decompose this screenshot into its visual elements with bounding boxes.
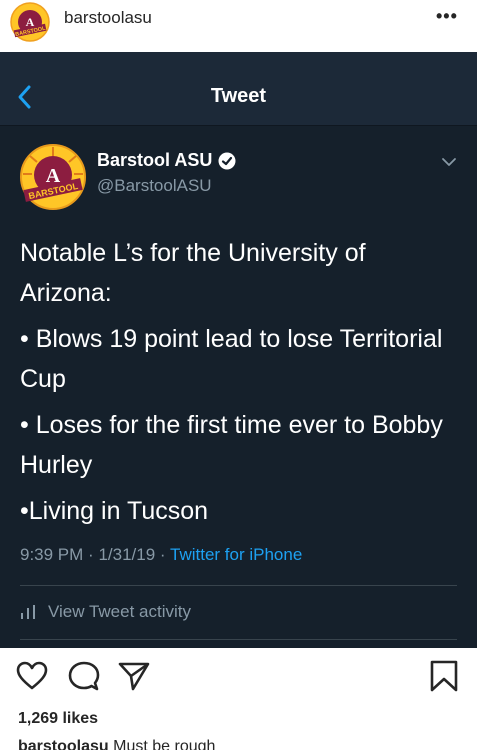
tweet-text-line: • Blows 19 point lead to lose Territoria…	[20, 325, 443, 393]
tweet-text: Notable L’s for the University of Arizon…	[20, 233, 460, 531]
likes-count[interactable]: 1,269 likes	[18, 710, 98, 728]
meta-separator: ·	[159, 545, 166, 564]
tweet-text-line: •Living in Tucson	[20, 497, 209, 525]
view-tweet-activity-label: View Tweet activity	[48, 602, 191, 621]
share-icon[interactable]	[118, 660, 150, 692]
post-header: A BARSTOOL barstoolasu •••	[0, 0, 477, 52]
tweet-date: 1/31/19	[98, 545, 156, 564]
bar-chart-icon	[21, 605, 35, 619]
post-username[interactable]: barstoolasu	[64, 8, 152, 28]
divider	[20, 585, 457, 586]
tweet-time: 9:39 PM	[20, 545, 84, 564]
tweet-nav-bar: Tweet	[0, 52, 477, 126]
tweet-screenshot: Tweet A BARSTOOL Barstool ASU @BarstoolA…	[0, 52, 477, 648]
tweet-text-line: Notable L’s for the University of Arizon…	[20, 239, 366, 307]
meta-separator: ·	[88, 545, 94, 564]
verified-badge-icon	[218, 152, 236, 169]
tweet-author-handle[interactable]: @BarstoolASU	[97, 176, 212, 196]
profile-avatar[interactable]: A BARSTOOL	[10, 2, 50, 42]
tweet-author-row: Barstool ASU	[97, 150, 236, 171]
barstool-logo-icon: A BARSTOOL	[20, 144, 86, 210]
bookmark-icon[interactable]	[428, 660, 460, 692]
caret-down-icon[interactable]	[441, 156, 457, 168]
comment-icon[interactable]	[68, 660, 100, 692]
divider	[20, 639, 457, 640]
tweet-source-link[interactable]: Twitter for iPhone	[170, 545, 302, 564]
view-tweet-activity-button[interactable]: View Tweet activity	[20, 602, 191, 622]
barstool-logo-icon: A BARSTOOL	[10, 2, 50, 42]
tweet-text-line: • Loses for the first time ever to Bobby…	[20, 411, 443, 479]
more-icon[interactable]: •••	[436, 6, 458, 27]
post-caption: barstoolasu Must be rough	[18, 738, 215, 750]
heart-icon[interactable]	[16, 660, 48, 692]
post-action-bar	[0, 660, 477, 700]
tweet-author-name[interactable]: Barstool ASU	[97, 150, 212, 171]
tweet-metadata: 9:39 PM · 1/31/19 · Twitter for iPhone	[20, 545, 302, 565]
caption-username[interactable]: barstoolasu	[18, 738, 109, 750]
caption-text: Must be rough	[113, 738, 216, 750]
tweet-author-avatar[interactable]: A BARSTOOL	[20, 144, 86, 210]
tweet-nav-title: Tweet	[210, 85, 267, 107]
